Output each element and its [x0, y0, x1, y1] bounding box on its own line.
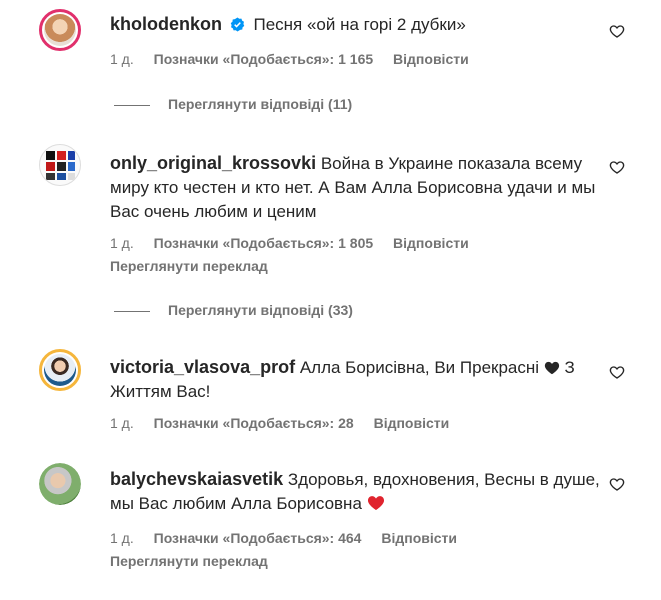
comment-meta: 1 д. Позначки «Подобається»: 1 805 Відпо…	[110, 235, 485, 251]
view-replies-button[interactable]: Переглянути відповіді (11)	[114, 96, 352, 112]
comment-text: balychevskaiasvetik Здоровья, вдохновени…	[110, 467, 605, 516]
heart-outline-icon[interactable]	[609, 159, 625, 175]
translate-button[interactable]: Переглянути переклад	[110, 553, 268, 569]
likes-count[interactable]: Позначки «Подобається»: 28	[154, 415, 354, 431]
heart-outline-icon[interactable]	[609, 364, 625, 380]
heart-outline-icon[interactable]	[609, 476, 625, 492]
likes-count[interactable]: Позначки «Подобається»: 1 805	[154, 235, 374, 251]
username[interactable]: only_original_krossovki	[110, 153, 316, 173]
comment-text: kholodenkon Песня «ой на горі 2 дубки»	[110, 12, 605, 37]
comment-time[interactable]: 1 д.	[110, 530, 134, 546]
username[interactable]: balychevskaiasvetik	[110, 469, 283, 489]
heart-outline-icon[interactable]	[609, 23, 625, 39]
reply-button[interactable]: Відповісти	[381, 530, 457, 546]
comment-meta: 1 д. Позначки «Подобається»: 28 Відповіс…	[110, 415, 465, 431]
avatar[interactable]	[39, 9, 81, 51]
verified-badge-icon	[230, 17, 244, 32]
view-replies-button[interactable]: Переглянути відповіді (33)	[114, 302, 353, 318]
comment-time[interactable]: 1 д.	[110, 235, 134, 251]
view-replies-label: Переглянути відповіді (11)	[168, 96, 353, 112]
translate-button[interactable]: Переглянути переклад	[110, 258, 268, 274]
comment-meta: 1 д. Позначки «Подобається»: 464 Відпові…	[110, 530, 473, 546]
reply-button[interactable]: Відповісти	[393, 235, 469, 251]
red-heart-icon	[367, 496, 384, 510]
username[interactable]: victoria_vlasova_prof	[110, 357, 295, 377]
username[interactable]: kholodenkon	[110, 14, 222, 34]
avatar[interactable]	[39, 463, 81, 505]
view-replies-label: Переглянути відповіді (33)	[168, 302, 353, 318]
reply-button[interactable]: Відповісти	[374, 415, 450, 431]
comment-text: victoria_vlasova_prof Алла Борисівна, Ви…	[110, 355, 605, 404]
comment-meta: 1 д. Позначки «Подобається»: 1 165 Відпо…	[110, 51, 485, 67]
avatar[interactable]	[39, 349, 81, 391]
black-heart-icon	[544, 361, 559, 375]
likes-count[interactable]: Позначки «Подобається»: 464	[154, 530, 362, 546]
likes-count[interactable]: Позначки «Подобається»: 1 165	[154, 51, 374, 67]
divider	[114, 310, 150, 312]
comment-body: Алла Борисівна, Ви Прекрасні	[299, 358, 540, 377]
divider	[114, 104, 150, 106]
comment-time[interactable]: 1 д.	[110, 51, 134, 67]
comment-body: Песня «ой на горі 2 дубки»	[253, 15, 466, 34]
comment-text: only_original_krossovki Война в Украине …	[110, 151, 605, 224]
reply-button[interactable]: Відповісти	[393, 51, 469, 67]
avatar[interactable]	[39, 144, 81, 186]
comment-time[interactable]: 1 д.	[110, 415, 134, 431]
